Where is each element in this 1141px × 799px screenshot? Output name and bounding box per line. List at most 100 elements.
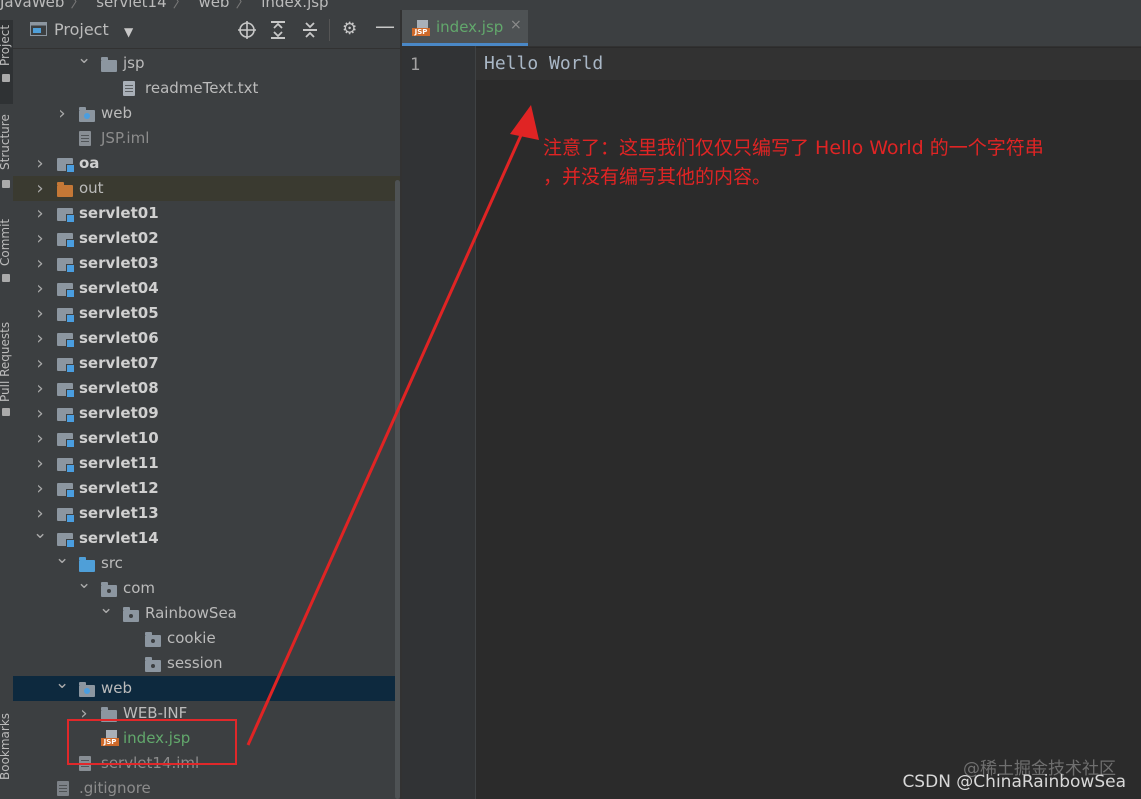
jsp-file-icon: JSP (412, 20, 432, 36)
tree-item-label: servlet10 (79, 429, 159, 447)
tool-bookmarks-label[interactable]: Bookmarks (0, 713, 12, 780)
tree-item-label: .gitignore (79, 779, 151, 797)
module-icon (57, 533, 75, 548)
folder-icon (101, 707, 117, 722)
chevron-down-icon[interactable]: ⌄ (55, 671, 69, 696)
pull-requests-tool-icon[interactable] (2, 408, 10, 416)
structure-tool-icon[interactable] (2, 180, 10, 188)
collapse-all-icon[interactable] (302, 21, 318, 39)
tree-item-label: RainbowSea (145, 604, 237, 622)
tool-project-label[interactable]: Project (0, 25, 12, 66)
close-icon[interactable]: × (510, 17, 522, 33)
tree-row[interactable]: ⌄ RainbowSea (13, 598, 400, 626)
tree-item-label: servlet14 (79, 529, 159, 547)
chevron-down-icon[interactable]: ⌄ (33, 521, 47, 546)
tree-item-label: web (101, 104, 133, 122)
tree-row[interactable]: readmeText.txt (13, 76, 400, 101)
tree-item-label: JSP.iml (101, 129, 150, 147)
jsp-file-icon: JSP (101, 730, 121, 746)
iml-file-icon (79, 131, 91, 146)
module-icon (57, 408, 75, 423)
chevron-right-icon[interactable]: › (77, 701, 91, 726)
commit-tool-icon[interactable] (2, 274, 10, 282)
tool-pull-requests-label[interactable]: Pull Requests (0, 322, 12, 402)
tree-item-label: servlet01 (79, 204, 159, 222)
tree-row[interactable]: servlet14.iml (13, 751, 400, 776)
tree-row[interactable]: ⌄ jsp (13, 48, 400, 76)
chevron-right-icon[interactable]: › (33, 151, 47, 176)
tree-row[interactable]: › servlet07 (13, 351, 400, 376)
chevron-right-icon[interactable]: › (33, 351, 47, 376)
tree-row[interactable]: cookie (13, 626, 400, 651)
tree-row[interactable]: ⌄ com (13, 573, 400, 601)
tree-row[interactable]: session (13, 651, 400, 676)
chevron-right-icon[interactable]: › (33, 276, 47, 301)
tree-row[interactable]: › WEB-INF (13, 701, 400, 726)
crosshair-icon[interactable] (238, 21, 256, 39)
tree-row[interactable]: JSP index.jsp (13, 726, 400, 751)
chevron-down-icon[interactable]: ⌄ (77, 46, 91, 71)
chevron-right-icon[interactable]: › (33, 176, 47, 201)
minimize-icon[interactable]: — (375, 16, 395, 36)
tab-index-jsp[interactable]: JSP index.jsp × (402, 10, 528, 46)
tree-item-label: servlet03 (79, 254, 159, 272)
tree-item-label: servlet06 (79, 329, 159, 347)
tree-item-label: session (167, 654, 223, 672)
tree-row[interactable]: › servlet04 (13, 276, 400, 301)
chevron-down-icon[interactable]: ⌄ (55, 546, 69, 571)
module-icon (57, 333, 75, 348)
project-panel-title[interactable]: Project (54, 20, 109, 39)
package-icon (145, 657, 161, 672)
module-icon (57, 283, 75, 298)
project-tool-icon[interactable] (2, 74, 10, 82)
module-icon (57, 158, 75, 173)
folder-icon (101, 57, 117, 72)
tree-row[interactable]: › servlet10 (13, 426, 400, 451)
tree-item-label: oa (79, 154, 100, 172)
chevron-right-icon[interactable]: › (33, 401, 47, 426)
tree-row[interactable]: › servlet08 (13, 376, 400, 401)
chevron-right-icon[interactable]: › (33, 376, 47, 401)
tree-row[interactable]: ⌄ src (13, 548, 400, 576)
excluded-folder-icon (57, 182, 73, 197)
editor-tab-bar: JSP index.jsp × (402, 10, 1141, 47)
tree-row[interactable]: › servlet03 (13, 251, 400, 276)
chevron-right-icon[interactable]: › (33, 301, 47, 326)
chevron-right-icon[interactable]: › (33, 226, 47, 251)
expand-all-icon[interactable] (270, 21, 286, 39)
tree-row[interactable]: › oa (13, 151, 400, 176)
code-line[interactable]: Hello World (484, 53, 603, 74)
tree-row[interactable]: › out (13, 176, 400, 201)
tool-commit-label[interactable]: Commit (0, 219, 12, 266)
tree-row[interactable]: JSP.iml (13, 126, 400, 151)
tree-row[interactable]: › servlet01 (13, 201, 400, 226)
tree-row[interactable]: › web (13, 101, 400, 126)
tree-item-label: servlet02 (79, 229, 159, 247)
tool-structure-label[interactable]: Structure (0, 114, 12, 170)
tree-row[interactable]: .gitignore (13, 776, 400, 799)
tree-row[interactable]: ⌄ web (13, 673, 400, 701)
chevron-down-icon[interactable]: ▼ (124, 22, 133, 42)
tree-row[interactable]: ⌄ servlet14 (13, 523, 400, 551)
line-number-gutter (402, 46, 476, 799)
chevron-right-icon[interactable]: › (55, 101, 69, 126)
tree-row[interactable]: › servlet06 (13, 326, 400, 351)
chevron-down-icon[interactable]: ⌄ (77, 571, 91, 596)
chevron-right-icon[interactable]: › (33, 201, 47, 226)
chevron-right-icon[interactable]: › (33, 326, 47, 351)
chevron-down-icon[interactable]: ⌄ (99, 596, 113, 621)
chevron-right-icon[interactable]: › (33, 251, 47, 276)
gear-icon[interactable]: ⚙ (342, 19, 357, 39)
chevron-right-icon[interactable]: › (33, 476, 47, 501)
chevron-right-icon[interactable]: › (33, 451, 47, 476)
tree-row[interactable]: › servlet13 (13, 501, 400, 526)
tree-row[interactable]: › servlet02 (13, 226, 400, 251)
tree-row[interactable]: › servlet11 (13, 451, 400, 476)
tree-row[interactable]: › servlet09 (13, 401, 400, 426)
module-icon (57, 383, 75, 398)
tree-row[interactable]: › servlet12 (13, 476, 400, 501)
tree-item-label: servlet12 (79, 479, 159, 497)
tree-row[interactable]: › servlet05 (13, 301, 400, 326)
chevron-right-icon[interactable]: › (33, 426, 47, 451)
project-panel: ⌄ jsp readmeText.txt › web JSP.iml › oa › out › ser… (13, 10, 400, 799)
